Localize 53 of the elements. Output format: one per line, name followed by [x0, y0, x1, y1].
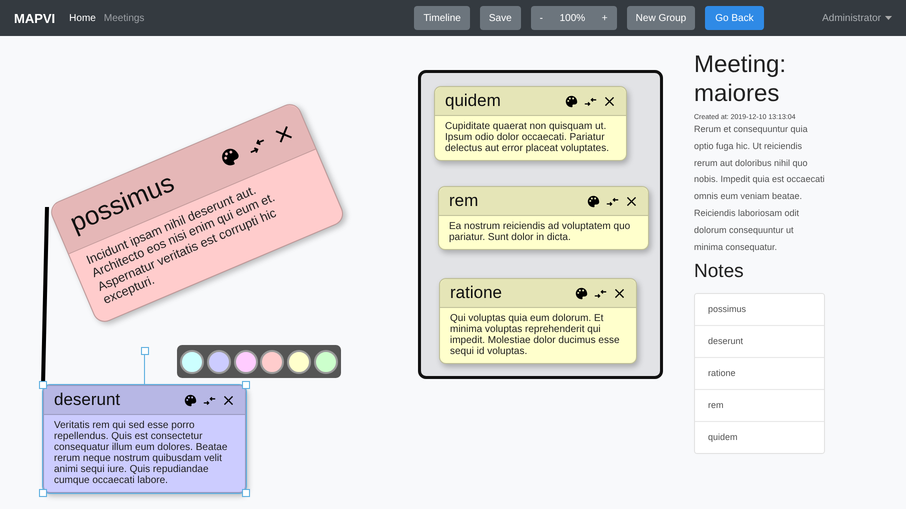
- rotate-handle[interactable]: [141, 347, 149, 355]
- note-card[interactable]: rem Ea nostrum reiciendis ad voluptatem quo pariatur. Sunt dolor in dicta.: [438, 186, 649, 250]
- zoom-out-button[interactable]: -: [530, 12, 552, 24]
- note-text: Veritatis rem qui sed esse porro repellendus. Quis est consectetur consequatur illum eum dolores. Beatae rerum neque nostrum quibusdam velit animi sequi iure. Quis repudiandae cumque occaecati labore.: [53, 419, 228, 488]
- resize-handle[interactable]: [39, 381, 47, 389]
- note-card[interactable]: [43, 385, 246, 493]
- color-swatch[interactable]: [234, 350, 258, 374]
- user-menu[interactable]: Administrator: [822, 12, 892, 24]
- note-text: Qui voluptas quia eum dolorum. Et minima voluptas reprehenderit qui impedit. Molestiae dolor ducimus esse sequi id voluptas.: [449, 312, 621, 359]
- close-icon[interactable]: [222, 394, 235, 406]
- color-swatch[interactable]: [314, 350, 338, 374]
- rotate-handle-line: [144, 354, 145, 385]
- nav-link[interactable]: Meetings: [104, 12, 144, 24]
- notes-heading: Notes: [694, 261, 745, 284]
- note-list-item[interactable]: quidem: [695, 422, 824, 454]
- note-title: deserunt: [54, 390, 122, 410]
- palette-icon[interactable]: [565, 94, 578, 108]
- close-icon[interactable]: [613, 286, 626, 300]
- note-list-item[interactable]: deserunt: [695, 326, 824, 358]
- resize-handle[interactable]: [242, 381, 250, 389]
- palette-icon[interactable]: [575, 286, 588, 300]
- color-swatch[interactable]: [206, 350, 231, 374]
- resize-handle[interactable]: [39, 489, 47, 497]
- note-title: rem: [449, 191, 480, 211]
- note-text: Cupiditate quaerat non quisquam ut. Ipsum odio dolor occaecati. Pariatur delectus aut error placeat voluptates.: [444, 120, 610, 156]
- resize-handle[interactable]: [242, 489, 250, 497]
- brand-logo[interactable]: MAPVI: [14, 10, 56, 26]
- note-list-item[interactable]: rem: [695, 390, 824, 422]
- meeting-title: Meeting: maiores: [694, 50, 788, 108]
- zoom-in-button[interactable]: +: [592, 12, 617, 24]
- toolbar-button[interactable]: Save: [480, 6, 521, 30]
- note-title: ratione: [450, 283, 503, 303]
- caret-icon: [885, 16, 892, 20]
- close-icon[interactable]: [625, 194, 638, 208]
- toolbar-button[interactable]: New Group: [626, 6, 696, 30]
- toolbar-button[interactable]: Timeline: [414, 6, 470, 30]
- meeting-description: Rerum et consequuntur quia optio fuga hic. Ut reiciendis rerum aut doloribus nihil quo nobis. Impedit quia est occaecati omnis eum veniam beatae. Reiciendis laboriosam odit dolorum consequuntur ut minima consequatur.: [694, 123, 825, 254]
- note-card[interactable]: quidem Cupiditate quaerat non quisquam ut. Ipsum odio dolor occaecati. Pariatur delectus aut error placeat voluptates.: [434, 86, 627, 161]
- note-group[interactable]: [418, 70, 663, 379]
- note-title: quidem: [445, 91, 502, 111]
- note-card[interactable]: ratione Qui voluptas quia eum dolorum. Et minima voluptas reprehenderit qui impedit. Molestiae dolor ducimus esse sequi id voluptas.: [439, 278, 637, 364]
- palette-icon[interactable]: [587, 194, 600, 208]
- color-swatch[interactable]: [260, 350, 284, 374]
- note-text: Ea nostrum reiciendis ad voluptatem quo pariatur. Sunt dolor in dicta.: [448, 220, 632, 245]
- note-list-item[interactable]: possimus: [695, 294, 824, 326]
- go-back-button[interactable]: Go Back: [705, 6, 764, 30]
- nav-link[interactable]: Home: [69, 12, 96, 24]
- color-swatch[interactable]: [287, 350, 312, 374]
- note-list-item[interactable]: ratione: [695, 358, 824, 390]
- zoom-level: 100%: [560, 12, 586, 24]
- palette-icon[interactable]: [184, 394, 197, 406]
- color-swatch[interactable]: [180, 350, 204, 374]
- close-icon[interactable]: [603, 94, 616, 108]
